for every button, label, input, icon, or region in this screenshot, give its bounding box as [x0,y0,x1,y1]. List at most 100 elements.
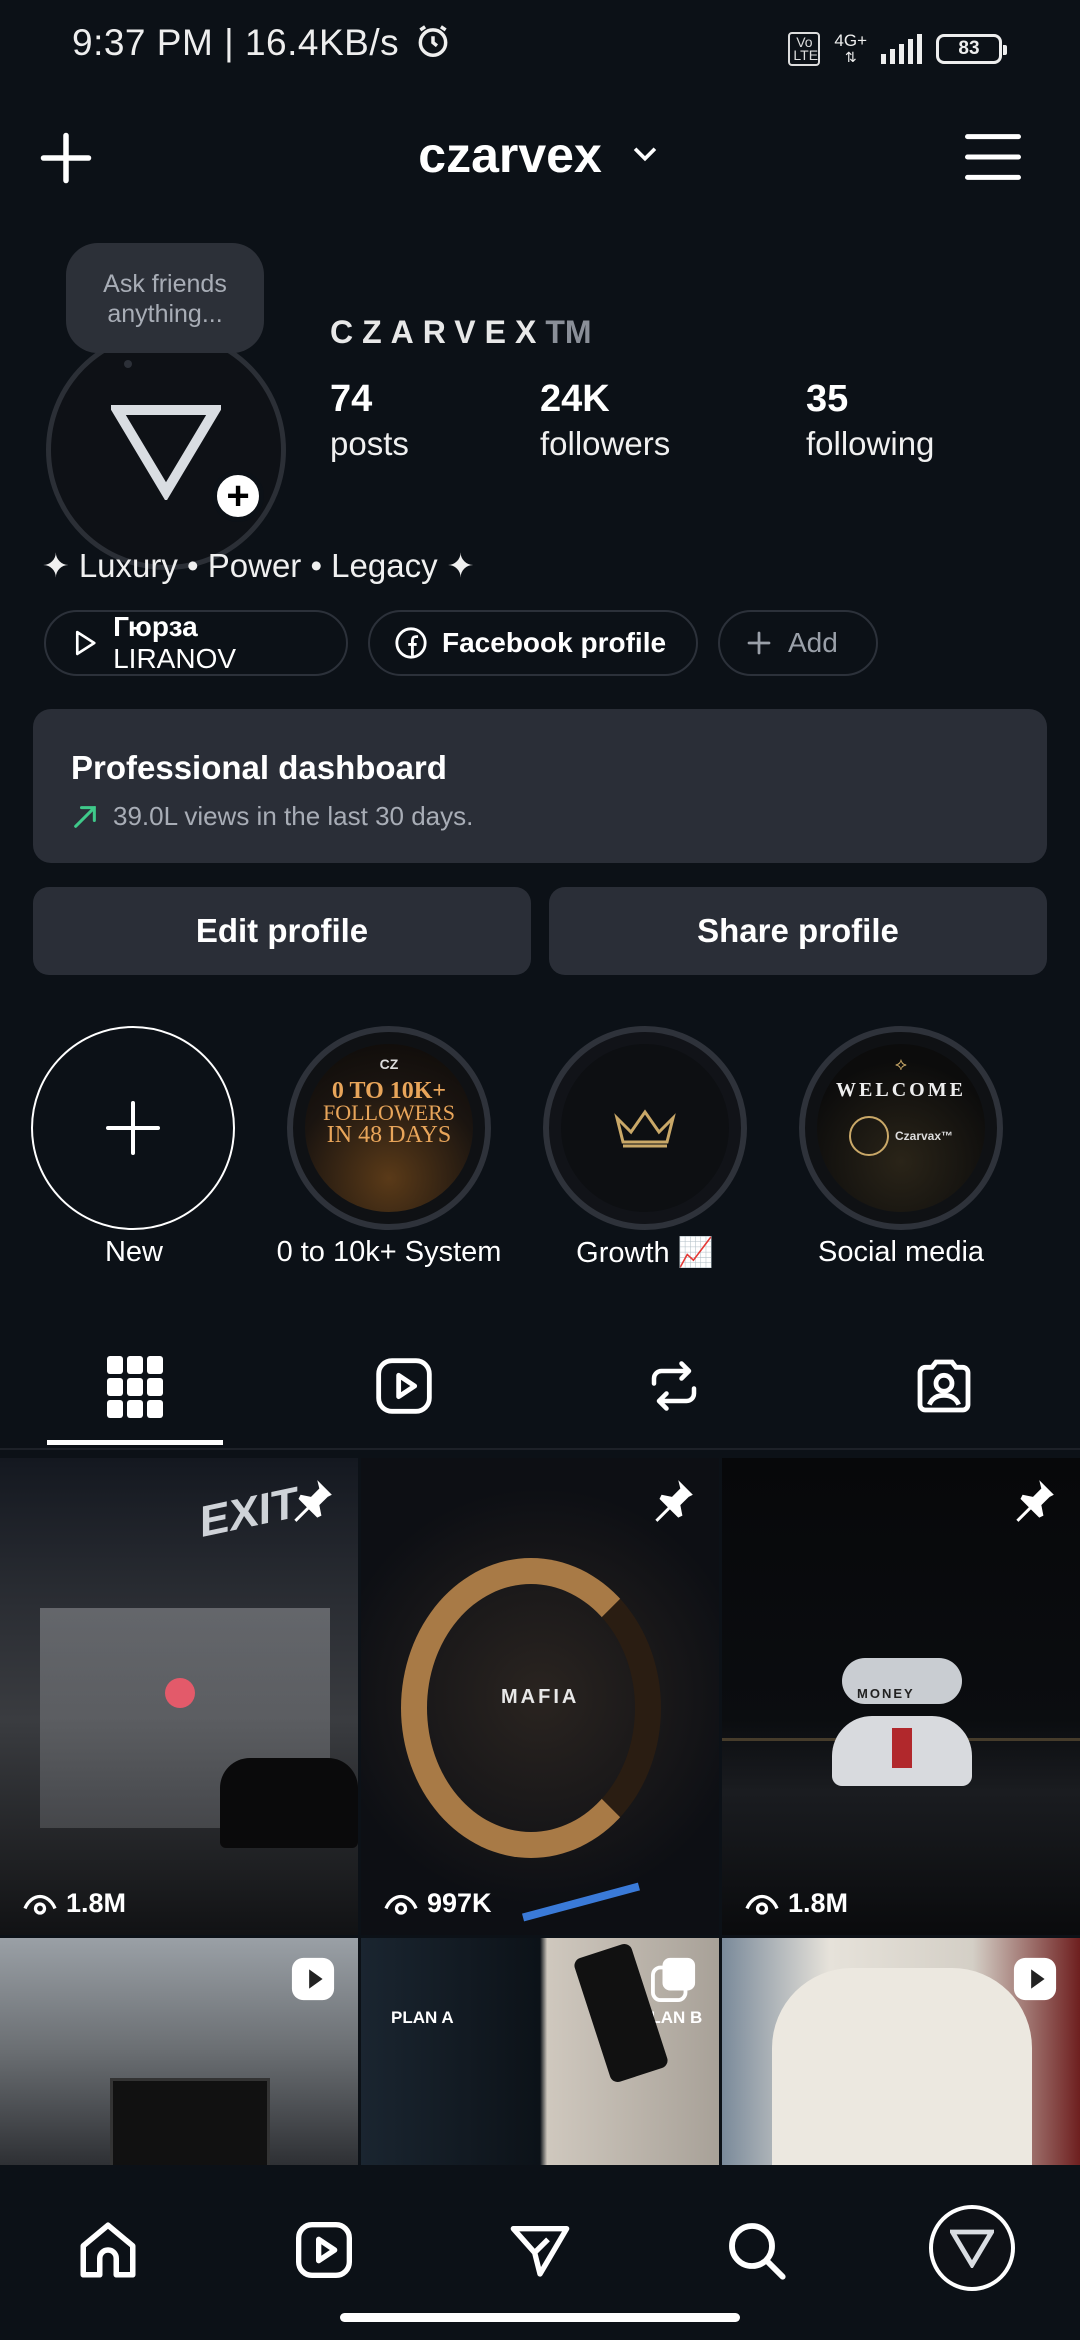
post-jacket [772,1968,1032,2165]
tab-posts-grid[interactable] [95,1347,175,1427]
stat-following[interactable]: 35 following [806,378,934,463]
bio: ✦ Luxury • Power • Legacy ✦ [42,547,475,584]
cover-card: Czarvax™ [817,1116,985,1156]
share-profile-button[interactable]: Share profile [549,887,1047,975]
trademark: TM [545,314,592,350]
status-time-text: 9:37 PM | 16.4KB/s [72,22,400,63]
facebook-profile-chip[interactable]: Facebook profile [368,610,698,676]
highlight-label-growth: Growth 📈 [576,1237,714,1269]
following-count: 35 [806,378,849,420]
cover-emblem: ⟡ [895,1054,907,1074]
home-indicator[interactable] [340,2313,740,2322]
cover-line-3: IN 48 DAYS [326,1122,452,1148]
highlight-social-cover: ⟡ WELCOME Czarvax™ [817,1044,985,1212]
nav-search[interactable] [716,2210,796,2290]
highlight-system[interactable]: CZ 0 TO 10K+ FOLLOWERS IN 48 DAYS [287,1026,491,1230]
reel-badge-icon [1013,1957,1057,2001]
highlight-system-cover: CZ 0 TO 10K+ FOLLOWERS IN 48 DAYS [305,1044,473,1212]
edit-profile-button[interactable]: Edit profile [33,887,531,975]
username-switcher[interactable]: czarvex [0,126,1080,184]
cover-name: Czarvax™ [894,1129,954,1143]
nav-profile[interactable] [929,2205,1015,2291]
network-type: 4G+ ⇅ [834,31,867,65]
post-views: 1.8M [744,1888,848,1919]
send-icon [510,2226,570,2277]
posts-label: posts [330,425,409,462]
battery-icon: 83 [936,34,1007,64]
grid-post[interactable] [722,1938,1080,2165]
bubble-tail [124,360,132,368]
facebook-label: Facebook profile [442,627,667,658]
nav-home[interactable] [68,2210,148,2290]
facebook-icon [395,627,427,659]
crown-icon [614,1109,676,1148]
network-text: 4G+ [834,31,867,50]
tab-divider [0,1448,1080,1450]
play-icon [75,630,96,656]
grid-post[interactable]: MAFIA 997K [361,1458,719,1935]
add-story-icon[interactable]: + [212,470,264,522]
cover-line-2: FOLLOWERS [323,1100,455,1125]
post-views-count: 1.8M [788,1888,849,1918]
professional-dashboard[interactable]: Professional dashboard 39.0L views in th… [33,709,1047,863]
status-time: 9:37 PM | 16.4KB/s [72,22,452,64]
profile-avatar-icon [950,2229,994,2268]
post-overlay-text: EXIT [200,1477,298,1548]
tab-reels[interactable] [364,1346,444,1426]
reels-icon [296,2222,352,2278]
add-link-chip[interactable]: Add [718,610,878,676]
post-car [220,1758,358,1848]
display-name: CZARVEXTM [330,314,592,351]
highlight-label-system: 0 to 10k+ System [276,1236,502,1268]
reels-icon [376,1358,432,1414]
views-eye-icon [745,1894,779,1915]
avatar[interactable] [46,330,286,570]
post-overlay-text: PLAN A [391,2008,454,2027]
signal-icon [881,34,922,64]
post-car-badge [892,1728,912,1768]
grid-post[interactable]: PLAN A PLAN B [361,1938,719,2165]
username-text: czarvex [418,127,602,183]
stat-posts[interactable]: 74 posts [330,378,409,463]
followers-count: 24K [540,378,610,420]
highlight-growth[interactable] [543,1026,747,1230]
cover-line-1: 0 TO 10K+ [331,1078,447,1104]
plus-icon [106,1101,160,1155]
grid-post[interactable]: MONEY 1.8M [722,1458,1080,1935]
post-views-count: 1.8M [66,1888,127,1918]
dashboard-subtitle-row: 39.0L views in the last 30 days. [71,801,1009,832]
brand-logo-icon [111,405,221,500]
post-ambient-light [522,1882,640,1922]
battery-level: 83 [958,38,980,59]
following-label: following [806,425,935,462]
posts-count: 74 [330,378,373,420]
menu-hamburger-icon[interactable] [956,120,1030,194]
grid-post[interactable] [0,1938,358,2165]
music-name: Гюрза [113,611,198,642]
post-overlay-text: MONEY [857,1686,915,1701]
repost-icon [651,1361,697,1411]
search-icon [729,2223,786,2280]
trend-up-icon [74,805,96,828]
stat-followers[interactable]: 24K followers [540,378,670,463]
tab-reposts[interactable] [634,1346,714,1426]
alarm-icon [418,25,448,57]
note-bubble[interactable]: Ask friends anything... [66,243,264,353]
highlight-label-social: Social media [817,1236,985,1268]
highlight-growth-cover [561,1044,729,1212]
new-highlight[interactable] [31,1026,235,1230]
highlight-social[interactable]: ⟡ WELCOME Czarvax™ [799,1026,1003,1230]
volte-icon: Vo LTE [788,32,821,66]
highlight-label-new: New [104,1236,163,1268]
music-chip[interactable]: Гюрза LIRANOV [44,610,348,676]
home-icon [80,2222,136,2278]
carousel-icon [651,1957,696,2002]
cover-avatar [848,1116,889,1156]
tagged-person-icon [917,1359,971,1413]
tab-tagged[interactable] [904,1346,984,1426]
nav-messages[interactable] [500,2210,580,2290]
views-eye-icon [23,1894,57,1915]
nav-reels[interactable] [284,2210,364,2290]
grid-post[interactable]: EXIT 1.8M [0,1458,358,1935]
add-label: Add [788,627,838,658]
